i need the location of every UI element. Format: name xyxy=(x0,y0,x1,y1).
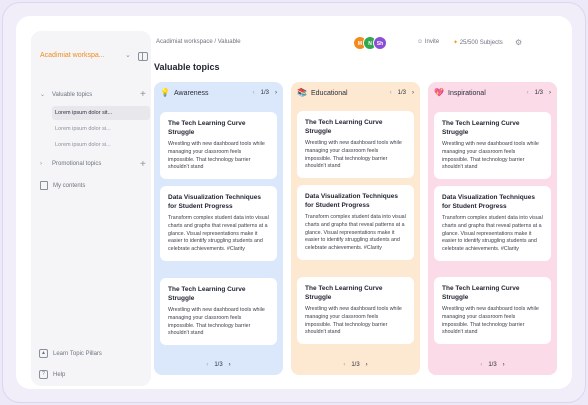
column-awareness: 💡 Awareness ‹ 1/3 › The Tech Learning Curv… xyxy=(154,82,283,375)
chevron-right-icon[interactable]: › xyxy=(412,90,414,96)
sidebar-item[interactable]: Lorem ipsum dolor sit... xyxy=(52,106,150,120)
card-title: Data Visualization Techniques for Studen… xyxy=(168,194,261,210)
card-title: Data Visualization Techniques for Studen… xyxy=(305,193,398,209)
chevron-down-icon: ⌄ xyxy=(40,92,46,98)
pager-label: 1/3 xyxy=(488,362,497,368)
card-title: The Tech Learning Curve Struggle xyxy=(442,285,520,301)
topic-card[interactable]: Data Visualization Techniques for Studen… xyxy=(297,185,414,260)
chevron-right-icon[interactable]: › xyxy=(275,90,277,96)
column-pager: ‹ 1/3 › xyxy=(253,90,277,96)
sidebar-section-promotional[interactable]: › Promotional topics xyxy=(40,161,101,167)
sparkle-icon: ✦ xyxy=(453,40,459,46)
topic-card[interactable]: The Tech Learning Curve Struggle Wrestli… xyxy=(160,112,277,180)
invite-button[interactable]: ☺ Invite xyxy=(417,39,439,45)
column-title: Inspirational xyxy=(448,90,486,97)
pager-label: 1/3 xyxy=(260,90,269,96)
learn-label: Learn Topic Pillars xyxy=(53,351,102,358)
graduation-cap-icon: ▲ xyxy=(39,349,48,358)
card-body: Transform complex student data into visu… xyxy=(305,214,406,252)
card-body: Wrestling with new dashboard tools while… xyxy=(442,306,539,336)
sidebar-toggle-icon[interactable] xyxy=(138,52,148,61)
chevron-left-icon[interactable]: ‹ xyxy=(343,362,345,368)
help-label: Help xyxy=(53,372,66,379)
topic-card[interactable]: The Tech Learning Curve Struggle Wrestli… xyxy=(297,111,414,179)
page-title: Valuable topics xyxy=(154,62,220,72)
column-educational: 📚 Educational ‹ 1/3 › The Tech Learning Cu… xyxy=(291,82,420,375)
card-body: Wrestling with new dashboard tools while… xyxy=(168,141,265,171)
chevron-right-icon[interactable]: › xyxy=(229,362,231,368)
column-title: Educational xyxy=(311,90,348,97)
heart-icon: 💖 xyxy=(434,88,444,97)
topic-card[interactable]: The Tech Learning Curve Struggle Wrestli… xyxy=(297,277,414,345)
column-header: 📚 Educational ‹ 1/3 › xyxy=(291,82,420,106)
card-body: Wrestling with new dashboard tools while… xyxy=(305,140,402,170)
chevron-left-icon[interactable]: ‹ xyxy=(206,362,208,368)
chevron-left-icon[interactable]: ‹ xyxy=(527,90,529,96)
chevron-right-icon[interactable]: › xyxy=(549,90,551,96)
pager-label: 1/3 xyxy=(351,362,360,368)
column-footer-pager: ‹ 1/3 › xyxy=(428,362,557,368)
sidebar-section-label: Promotional topics xyxy=(52,161,102,167)
column-footer-pager: ‹ 1/3 › xyxy=(154,362,283,368)
sidebar-item[interactable]: Lorem ipsum dolor si... xyxy=(52,122,150,136)
chevron-left-icon[interactable]: ‹ xyxy=(390,90,392,96)
sidebar: Acadimiat workspa... ⌄ ⌄ Valuable topics … xyxy=(31,31,151,386)
breadcrumb: Acadimiat workspace / Valuable xyxy=(156,39,241,45)
chevron-right-icon[interactable]: › xyxy=(503,362,505,368)
card-title: The Tech Learning Curve Struggle xyxy=(168,286,246,302)
card-body: Wrestling with new dashboard tools while… xyxy=(168,307,265,337)
sidebar-item[interactable]: Lorem ipsum dolor si... xyxy=(52,138,150,152)
topic-card[interactable]: The Tech Learning Curve Struggle Wrestli… xyxy=(160,278,277,346)
subjects-label: 25/500 Subjects xyxy=(459,40,503,46)
lightbulb-icon: 💡 xyxy=(160,88,170,97)
column-header: 💡 Awareness ‹ 1/3 › xyxy=(154,82,283,106)
card-body: Transform complex student data into visu… xyxy=(442,215,543,253)
user-plus-icon: ☺ xyxy=(417,39,424,45)
invite-label: Invite xyxy=(424,39,440,45)
sidebar-section-label: Valuable topics xyxy=(52,92,93,98)
column-header: 💖 Inspirational ‹ 1/3 › xyxy=(428,82,557,106)
topic-card[interactable]: The Tech Learning Curve Struggle Wrestli… xyxy=(434,112,551,180)
chevron-down-icon[interactable]: ⌄ xyxy=(125,51,131,59)
chevron-left-icon[interactable]: ‹ xyxy=(480,362,482,368)
chevron-left-icon[interactable]: ‹ xyxy=(253,90,255,96)
pager-label: 1/3 xyxy=(214,362,223,368)
column-footer-pager: ‹ 1/3 › xyxy=(291,362,420,368)
books-icon: 📚 xyxy=(297,88,307,97)
column-title: Awareness xyxy=(174,90,209,97)
card-body: Transform complex student data into visu… xyxy=(168,215,269,253)
card-body: Wrestling with new dashboard tools while… xyxy=(305,306,402,336)
subjects-counter: ✦ 25/500 Subjects xyxy=(453,39,503,46)
card-title: The Tech Learning Curve Struggle xyxy=(168,120,246,136)
avatar[interactable]: Sh xyxy=(373,36,387,50)
learn-topic-pillars-link[interactable]: ▲ Learn Topic Pillars xyxy=(39,349,102,358)
topic-card[interactable]: Data Visualization Techniques for Studen… xyxy=(160,186,277,261)
document-icon xyxy=(40,181,48,190)
topic-card[interactable]: Data Visualization Techniques for Studen… xyxy=(434,186,551,261)
app-window: Acadimiat workspa... ⌄ ⌄ Valuable topics … xyxy=(16,16,572,389)
sidebar-section-valuable[interactable]: ⌄ Valuable topics xyxy=(40,91,92,98)
help-link[interactable]: ? Help xyxy=(39,370,65,379)
add-valuable-topic-icon[interactable]: + xyxy=(140,90,146,100)
my-contents-label: My contents xyxy=(53,183,86,190)
chevron-right-icon: › xyxy=(40,161,42,167)
card-title: The Tech Learning Curve Struggle xyxy=(442,120,520,136)
card-title: The Tech Learning Curve Struggle xyxy=(305,285,383,301)
sidebar-my-contents[interactable]: My contents xyxy=(40,181,85,190)
add-promotional-topic-icon[interactable]: + xyxy=(140,160,146,170)
column-inspirational: 💖 Inspirational ‹ 1/3 › The Tech Learning … xyxy=(428,82,557,375)
card-title: The Tech Learning Curve Struggle xyxy=(305,119,383,135)
card-body: Wrestling with new dashboard tools while… xyxy=(442,141,539,171)
chevron-right-icon[interactable]: › xyxy=(366,362,368,368)
pager-label: 1/3 xyxy=(534,90,543,96)
workspace-switcher[interactable]: Acadimiat workspa... xyxy=(40,52,105,59)
gear-icon[interactable]: ⚙ xyxy=(515,38,522,47)
pager-label: 1/3 xyxy=(397,90,406,96)
column-pager: ‹ 1/3 › xyxy=(527,90,551,96)
help-icon: ? xyxy=(39,370,48,379)
card-title: Data Visualization Techniques for Studen… xyxy=(442,194,535,210)
column-pager: ‹ 1/3 › xyxy=(390,90,414,96)
topic-card[interactable]: The Tech Learning Curve Struggle Wrestli… xyxy=(434,277,551,345)
